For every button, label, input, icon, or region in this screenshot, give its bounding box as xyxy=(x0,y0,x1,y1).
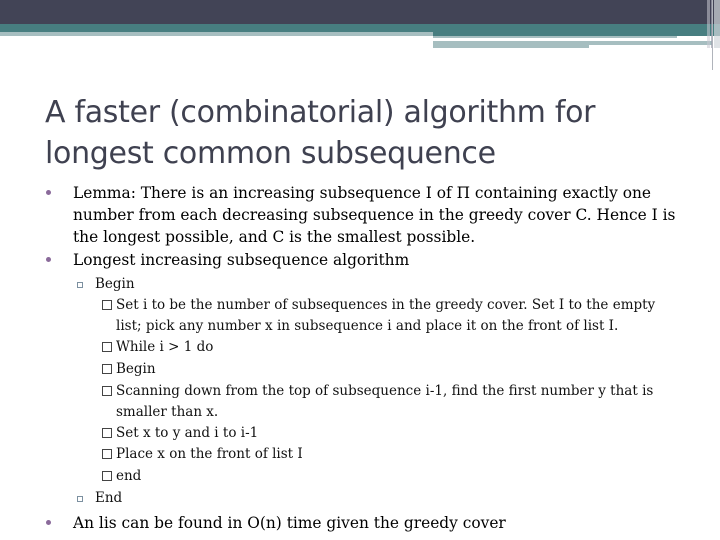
bullet-dot-icon xyxy=(46,520,51,525)
header-vertical-accent xyxy=(707,0,710,48)
step-text: While i > 1 do xyxy=(116,339,214,355)
bullet-dot-icon xyxy=(46,190,51,195)
step-text: end xyxy=(116,468,142,484)
step-item: While i > 1 do xyxy=(102,337,682,358)
checkbox-glyph-icon xyxy=(102,342,112,352)
step-text: Set x to y and i to i-1 xyxy=(116,425,259,441)
checkbox-glyph-icon xyxy=(102,364,112,374)
step-item: Set x to y and i to i-1 xyxy=(102,423,682,444)
sub-bullet-end: End xyxy=(77,488,675,509)
step-item: Set i to be the number of subsequences i… xyxy=(102,295,682,337)
step-text: Scanning down from the top of subsequenc… xyxy=(116,383,654,420)
header-vertical-accent xyxy=(712,0,713,70)
header-teal-stripe xyxy=(0,24,720,32)
step-text: Begin xyxy=(116,361,156,377)
checkbox-glyph-icon xyxy=(102,449,112,459)
square-bullet-icon xyxy=(77,282,83,288)
checkbox-glyph-icon xyxy=(102,428,112,438)
step-text: Set i to be the number of subsequences i… xyxy=(116,297,656,334)
sub-bullet-begin: Begin xyxy=(77,274,675,295)
step-item: end xyxy=(102,466,682,487)
bullet-dot-icon xyxy=(46,257,51,262)
sub-bullet-text: End xyxy=(95,490,123,506)
step-item: Place x on the front of list I xyxy=(102,444,682,465)
square-bullet-icon xyxy=(77,496,83,502)
bullet-lemma: Lemma: There is an increasing subsequenc… xyxy=(46,182,683,248)
step-item: Begin xyxy=(102,359,682,380)
bullet-text: Lemma: There is an increasing subsequenc… xyxy=(73,184,676,246)
checkbox-glyph-icon xyxy=(102,471,112,481)
sub-bullet-text: Begin xyxy=(95,276,135,292)
header-gray-stripe xyxy=(433,45,589,48)
checkbox-glyph-icon xyxy=(102,300,112,310)
bullet-text: An lis can be found in O(n) time given t… xyxy=(73,514,506,532)
step-item: Scanning down from the top of subsequenc… xyxy=(102,381,682,423)
checkbox-glyph-icon xyxy=(102,386,112,396)
header-light-stripe xyxy=(0,32,433,36)
header-dark-stripe xyxy=(0,0,720,24)
step-text: Place x on the front of list I xyxy=(116,446,303,462)
bullet-lis-algorithm: Longest increasing subsequence algorithm xyxy=(46,249,683,271)
header-vertical-accent xyxy=(714,0,720,48)
slide-title: A faster (combinatorial) algorithm for l… xyxy=(45,95,596,171)
bullet-text: Longest increasing subsequence algorithm xyxy=(73,251,410,269)
bullet-lis-time: An lis can be found in O(n) time given t… xyxy=(46,512,683,534)
